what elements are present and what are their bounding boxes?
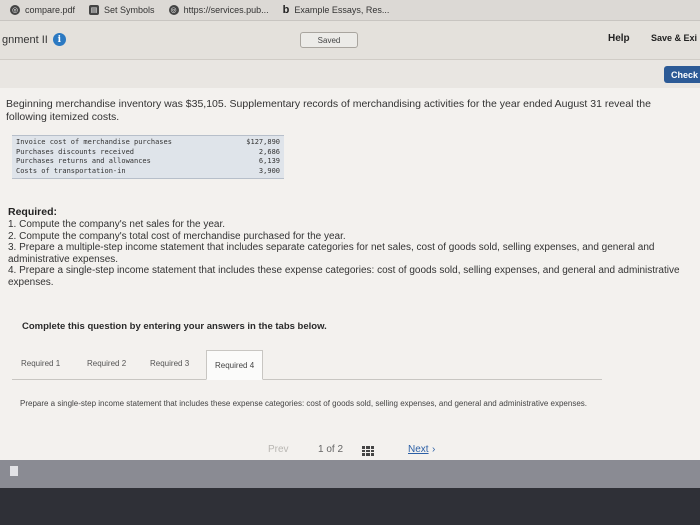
bookmark-label: Set Symbols bbox=[104, 5, 155, 15]
table-row: Invoice cost of merchandise purchases $1… bbox=[12, 136, 284, 148]
bookmark-label: https://services.pub... bbox=[183, 5, 269, 15]
globe-icon: ◎ bbox=[10, 5, 20, 15]
cost-value: 3,900 bbox=[258, 166, 280, 175]
bookmark-set-symbols[interactable]: ▤ Set Symbols bbox=[89, 5, 155, 15]
bookmark-example-essays[interactable]: b Example Essays, Res... bbox=[283, 4, 390, 16]
required-tabs: Required 1 Required 2 Required 3 Require… bbox=[12, 350, 602, 380]
question-pager: Prev 1 of 2 Next › bbox=[0, 444, 700, 460]
required-item: 2. Compute the company's total cost of m… bbox=[8, 230, 346, 242]
page-of: of bbox=[326, 444, 335, 455]
bookmarks-bar: ◎ compare.pdf ▤ Set Symbols ◎ https://se… bbox=[0, 0, 700, 21]
bookmark-label: Example Essays, Res... bbox=[294, 5, 390, 15]
bookmark-compare-pdf[interactable]: ◎ compare.pdf bbox=[10, 5, 75, 15]
required-item: 3. Prepare a multiple-step income statem… bbox=[8, 242, 655, 265]
cost-label: Costs of transportation-in bbox=[16, 166, 126, 175]
page-current: 1 bbox=[318, 444, 324, 455]
page-total: 2 bbox=[337, 444, 344, 455]
complete-instruction: Complete this question by entering your … bbox=[22, 321, 327, 332]
check-my-work-button[interactable]: Check bbox=[664, 66, 700, 83]
bottom-strip bbox=[0, 460, 700, 488]
required-list: 1. Compute the company's net sales for t… bbox=[8, 219, 688, 288]
table-row: Purchases returns and allowances 6,139 bbox=[12, 157, 284, 167]
help-button[interactable]: Help bbox=[608, 33, 630, 44]
cost-value: $127,890 bbox=[246, 138, 280, 146]
window-icon bbox=[10, 466, 18, 476]
book-icon: ▤ bbox=[89, 5, 100, 15]
cost-label: Purchases discounts received bbox=[16, 147, 135, 156]
info-icon[interactable]: i bbox=[52, 33, 66, 46]
grid-icon[interactable] bbox=[362, 446, 374, 456]
globe-icon: ◎ bbox=[168, 5, 179, 15]
chevron-right-icon[interactable]: › bbox=[432, 444, 435, 455]
required-item: 4. Prepare a single-step income statemen… bbox=[8, 265, 680, 288]
question-content: Beginning merchandise inventory was $35,… bbox=[0, 88, 700, 460]
table-row: Costs of transportation-in 3,900 bbox=[12, 167, 284, 179]
b-icon: b bbox=[282, 4, 290, 16]
tab-required-2[interactable]: Required 2 bbox=[87, 359, 126, 368]
cost-label: Purchases returns and allowances bbox=[16, 157, 151, 165]
cost-label: Invoice cost of merchandise purchases bbox=[16, 138, 172, 146]
tab-required-1[interactable]: Required 1 bbox=[21, 359, 60, 368]
bookmark-label: compare.pdf bbox=[25, 5, 76, 15]
app-header: gnment II i Saved Help Save & Exi bbox=[0, 21, 700, 60]
page-indicator: 1 of 2 bbox=[318, 444, 343, 455]
save-exit-button[interactable]: Save & Exi bbox=[651, 33, 697, 43]
saved-status-badge: Saved bbox=[300, 32, 358, 48]
required-item: 1. Compute the company's net sales for t… bbox=[8, 219, 226, 230]
assignment-title: gnment II i bbox=[2, 33, 66, 46]
bottom-panel bbox=[0, 460, 700, 525]
tab-required-3[interactable]: Required 3 bbox=[150, 359, 189, 368]
next-button[interactable]: Next bbox=[408, 444, 429, 455]
itemized-costs-table: Invoice cost of merchandise purchases $1… bbox=[12, 135, 284, 179]
bookmark-services-pub[interactable]: ◎ https://services.pub... bbox=[168, 5, 269, 15]
problem-intro: Beginning merchandise inventory was $35,… bbox=[6, 98, 651, 123]
assignment-title-text: gnment II bbox=[2, 33, 48, 46]
table-row: Purchases discounts received 2,686 bbox=[12, 148, 284, 158]
active-tab-description: Prepare a single-step income statement t… bbox=[20, 399, 588, 408]
cost-value: 6,139 bbox=[258, 157, 280, 165]
cost-value: 2,686 bbox=[258, 147, 280, 156]
tab-required-4[interactable]: Required 4 bbox=[206, 350, 264, 380]
required-heading: Required: bbox=[8, 206, 58, 218]
dock-area bbox=[0, 488, 700, 525]
prev-button[interactable]: Prev bbox=[268, 444, 289, 455]
